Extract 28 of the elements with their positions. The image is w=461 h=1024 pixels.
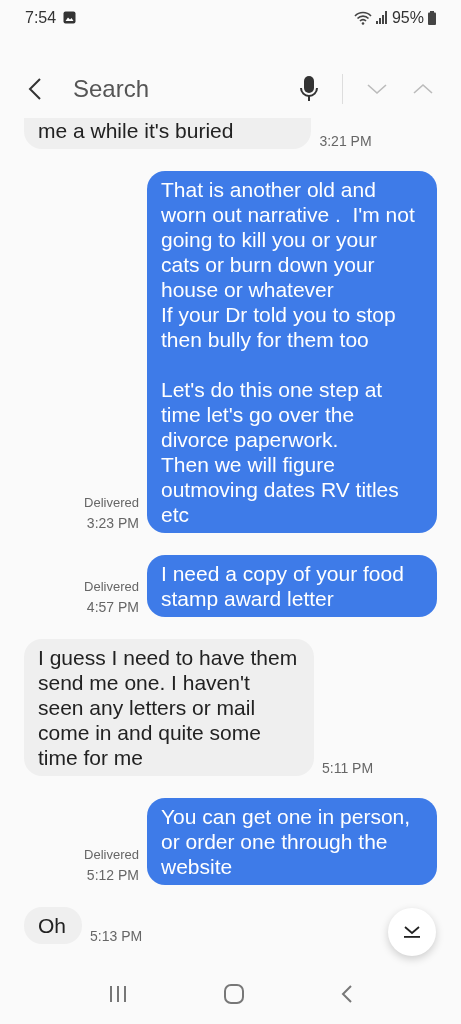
delivery-status: Delivered xyxy=(84,846,139,864)
sent-message-bubble: I need a copy of your food stamp award letter xyxy=(147,555,437,617)
home-icon[interactable] xyxy=(223,984,244,1004)
signal-icon xyxy=(375,11,388,24)
received-message-bubble: Oh xyxy=(24,907,82,944)
delivery-status: Delivered xyxy=(84,494,139,512)
message-time: 5:12 PM xyxy=(86,866,139,885)
sent-message-bubble: That is another old and worn out narrative . I'm not going to kill you or your cats or burn down your house or whatever If your Dr told you to stop then bully for them too Let's do this one step at time let's go over the divorce paperwork. Then we will figure outmoving dates RV titles etc xyxy=(147,171,437,533)
message-time: 5:11 PM xyxy=(322,759,374,778)
battery-icon xyxy=(428,10,436,25)
status-time: 7:54 xyxy=(25,7,57,28)
search-field[interactable]: Search xyxy=(73,71,273,107)
scroll-down-icon xyxy=(403,925,421,939)
recent-apps-icon[interactable] xyxy=(108,985,127,1003)
received-message-bubble: I guess I need to have them send me one. I haven't seen any letters or mail come in and quite some time for me xyxy=(24,639,314,776)
message-time: 3:23 PM xyxy=(86,514,139,533)
sent-message-bubble: You can get one in person, or order one through the website xyxy=(147,798,437,885)
scroll-to-bottom-button[interactable] xyxy=(388,908,436,956)
message-time: 5:13 PM xyxy=(90,927,143,946)
microphone-icon[interactable] xyxy=(300,76,318,102)
image-icon xyxy=(63,11,77,24)
message-time: 3:21 PM xyxy=(319,132,372,151)
delivery-status: Delivered xyxy=(84,578,139,596)
wifi-icon xyxy=(353,10,372,25)
received-message-bubble: me a while it's buried xyxy=(24,118,312,149)
back-icon[interactable] xyxy=(340,984,353,1004)
battery-percentage: 95% xyxy=(391,7,424,28)
message-time: 4:57 PM xyxy=(86,598,139,617)
